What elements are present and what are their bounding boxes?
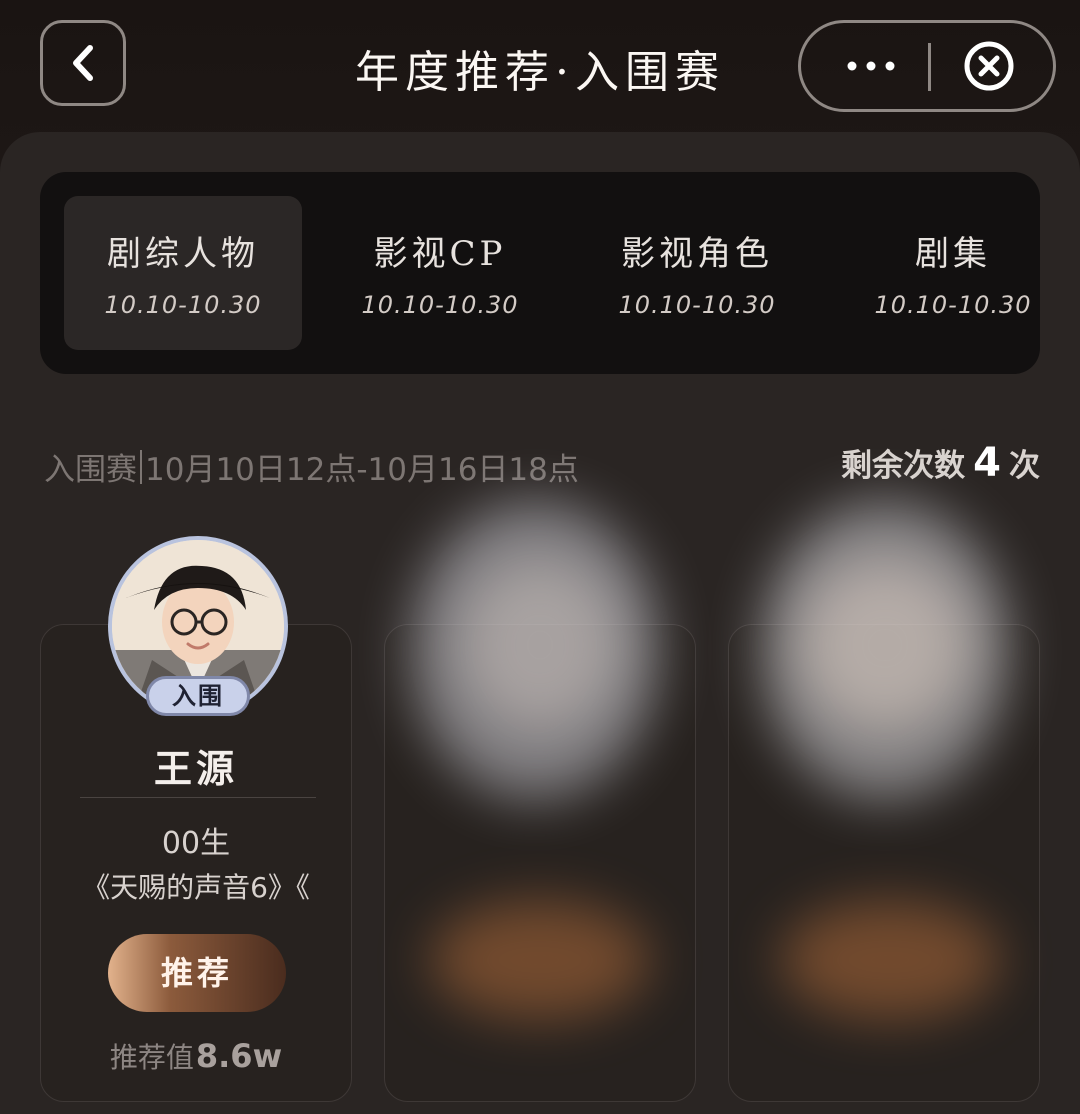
tab-film-role[interactable]: 影视角色 10.10-10.30 (578, 196, 816, 350)
tab-date: 10.10-10.30 (874, 291, 1032, 319)
blurred-button (780, 900, 1000, 1020)
card-divider (80, 797, 316, 798)
capsule-menu (798, 20, 1056, 112)
round-period: 10月10日12点-10月16日18点 (145, 452, 579, 488)
round-name: 入围赛 (44, 452, 137, 488)
remaining-votes: 剩余次数 4 次 (841, 440, 1040, 486)
tab-date: 10.10-10.30 (104, 291, 262, 319)
remaining-label: 剩余次数 (841, 448, 966, 484)
remaining-count: 4 (973, 440, 1001, 486)
round-separator (140, 450, 142, 484)
blurred-button (430, 900, 650, 1020)
recommend-button[interactable]: 推荐 (108, 934, 286, 1012)
page: 年度推荐·入围赛 剧综人物 10.10-10.30 影视CP 10.10-10.… (0, 0, 1080, 1114)
tab-label: 影视角色 (621, 234, 773, 274)
capsule-divider (928, 43, 931, 91)
status-badge: 入围 (146, 676, 250, 716)
score-value: 8.6w (195, 1037, 283, 1075)
recommend-score: 推荐值8.6w (40, 1036, 352, 1076)
blurred-face (800, 560, 970, 730)
tab-film-cp[interactable]: 影视CP 10.10-10.30 (321, 196, 559, 350)
candidate-birth: 00生 (161, 826, 231, 861)
tab-label: 剧综人物 (107, 234, 259, 274)
tab-date: 10.10-10.30 (618, 291, 776, 319)
candidate-name: 王源 (153, 747, 238, 791)
candidate-works: 《天赐的声音6》《 (82, 871, 310, 904)
remaining-unit: 次 (1009, 448, 1040, 484)
close-circle-icon (964, 41, 1014, 91)
round-info: 入围赛 10月10日12点-10月16日18点 (44, 444, 579, 489)
more-dots-icon (847, 61, 895, 71)
tab-drama-person[interactable]: 剧综人物 10.10-10.30 (64, 196, 302, 350)
tab-label: 剧集 (915, 234, 991, 274)
close-button[interactable] (961, 23, 1017, 109)
category-tabs: 剧综人物 10.10-10.30 影视CP 10.10-10.30 影视角色 1… (40, 172, 1040, 374)
tab-series[interactable]: 剧集 10.10-10.30 (834, 196, 1072, 350)
tab-date: 10.10-10.30 (361, 291, 519, 319)
blurred-face (460, 560, 620, 730)
more-button[interactable] (821, 23, 921, 109)
tab-label: 影视CP (373, 234, 507, 274)
score-label: 推荐值 (109, 1041, 194, 1074)
